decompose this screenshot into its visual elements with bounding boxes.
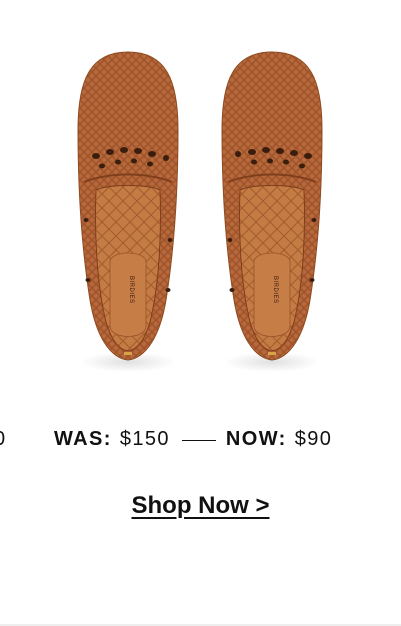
- product-card: BIRDIES BIRDIES WAS: $150 NOW: $90 Shop …: [0, 0, 401, 626]
- was-label: WAS:: [54, 428, 112, 450]
- was-price: $150: [119, 428, 170, 450]
- insole-brand-right: BIRDIES: [272, 276, 278, 304]
- shop-now-link[interactable]: Shop Now >: [132, 492, 270, 519]
- right-shoe: BIRDIES: [221, 51, 323, 372]
- shop-now-container: Shop Now >: [0, 492, 401, 520]
- previous-slide-price-fragment: 0: [0, 428, 6, 451]
- insole-brand-left: BIRDIES: [128, 276, 134, 304]
- now-label: NOW:: [225, 428, 287, 450]
- left-shoe: BIRDIES: [77, 51, 179, 372]
- price-group: WAS: $150 NOW: $90: [54, 428, 332, 451]
- now-price: $90: [294, 428, 333, 450]
- product-image[interactable]: BIRDIES BIRDIES: [60, 40, 340, 380]
- price-row: 0 WAS: $150 NOW: $90: [0, 424, 401, 456]
- price-divider: [181, 439, 216, 442]
